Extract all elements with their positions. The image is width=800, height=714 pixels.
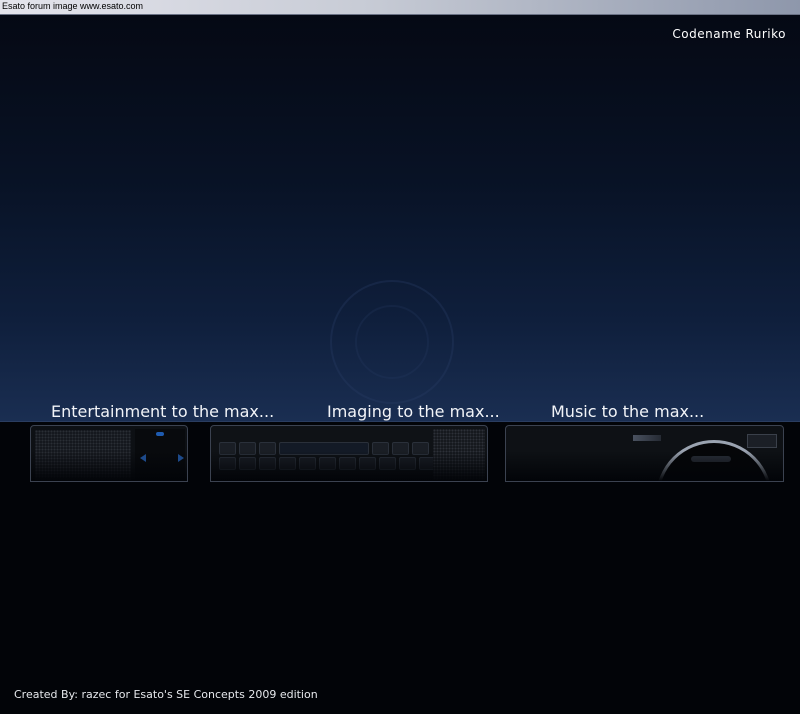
tagline-imaging: Imaging to the max...	[327, 402, 500, 421]
reflection-fade	[211, 451, 487, 481]
reflection-fade	[31, 451, 187, 481]
ghost-logo-inner-ring	[355, 305, 429, 379]
tagline-entertainment: Entertainment to the max...	[51, 402, 275, 421]
window-titlebar: Esato forum image www.esato.com	[0, 0, 800, 15]
credit-line: Created By: razec for Esato's SE Concept…	[14, 688, 318, 701]
window-title: Esato forum image www.esato.com	[2, 1, 144, 11]
phone-music-view	[505, 425, 784, 482]
play-left-icon	[140, 454, 146, 462]
tagline-music: Music to the max...	[551, 402, 705, 421]
brand-logo-icon	[156, 432, 164, 436]
codename-title: Codename Ruriko	[672, 27, 786, 41]
reflection-fade	[506, 451, 783, 481]
phone-imaging-view	[210, 425, 488, 482]
phone-entertainment-view	[30, 425, 188, 482]
model-badge	[747, 434, 777, 448]
brand-plate	[633, 435, 661, 441]
play-right-icon	[178, 454, 184, 462]
